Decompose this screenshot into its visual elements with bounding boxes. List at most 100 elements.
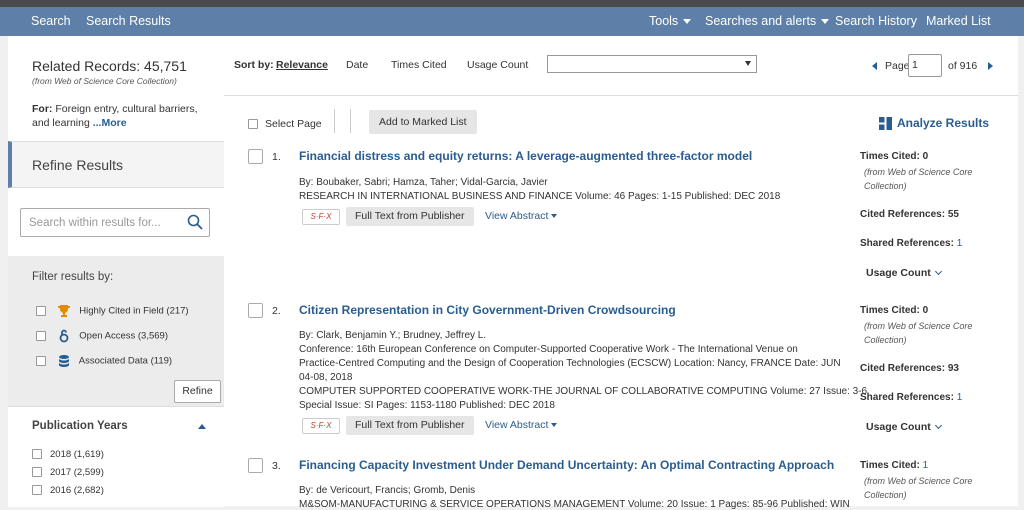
record-source-line: Practice-Centred Computing and the Desig… [299, 358, 841, 369]
record-title[interactable]: Citizen Representation in City Governmen… [299, 303, 676, 317]
times-cited-label: Times Cited: [860, 151, 920, 162]
cited-refs-value[interactable]: 93 [948, 363, 959, 374]
filter-panel: Filter results by: Highly Cited in Field… [8, 256, 224, 406]
shared-refs-label: Shared References: [860, 238, 954, 249]
prev-page-icon[interactable] [872, 62, 877, 70]
record-source-line: COMPUTER SUPPORTED COOPERATIVE WORK-THE … [299, 386, 868, 397]
shared-refs-value[interactable]: 1 [957, 392, 963, 403]
nav-marked-list[interactable]: Marked List [926, 7, 991, 36]
times-cited-source: (from Web of Science Core Collection) [864, 321, 973, 345]
view-abstract-label: View Abstract [485, 210, 549, 222]
times-cited-label: Times Cited: [860, 305, 920, 316]
times-cited: Times Cited: 0 [860, 305, 928, 316]
sort-times-cited[interactable]: Times Cited [391, 59, 447, 71]
shared-references: Shared References: 1 [860, 392, 962, 403]
year-checkbox[interactable] [32, 467, 42, 478]
shared-refs-label: Shared References: [860, 392, 954, 403]
page-total: of 916 [948, 60, 978, 72]
filter-checkbox[interactable] [36, 306, 46, 316]
full-text-button[interactable]: Full Text from Publisher [346, 207, 474, 226]
chevron-down-icon [551, 423, 558, 428]
related-records-count: Related Records: 45,751 [32, 58, 187, 74]
view-abstract-label: View Abstract [485, 419, 549, 431]
cited-refs-value[interactable]: 55 [948, 209, 959, 220]
record-number: 2. [272, 305, 281, 317]
shared-references: Shared References: 1 [860, 238, 962, 249]
record-source-line: 04-08, 2018 [299, 372, 353, 383]
sort-label: Sort by: [234, 59, 274, 71]
filter-checkbox[interactable] [36, 356, 46, 366]
usage-count-label: Usage Count [866, 267, 931, 279]
filter-checkbox[interactable] [36, 331, 46, 341]
times-cited-value: 0 [922, 305, 929, 316]
view-abstract-link[interactable]: View Abstract [485, 210, 558, 222]
results-main: Sort by: Relevance Date Times Cited Usag… [224, 36, 1018, 510]
record-source-line: Conference: 16th European Conference on … [299, 344, 798, 355]
chevron-down-icon [934, 267, 942, 276]
record-checkbox[interactable] [248, 458, 263, 473]
top-nav: Search Search Results Tools Searches and… [0, 7, 1024, 36]
select-page-checkbox[interactable] [248, 119, 258, 130]
analyze-grid-icon [879, 117, 892, 131]
cited-references: Cited References: 55 [860, 209, 959, 220]
record-title[interactable]: Financial distress and equity returns: A… [299, 149, 752, 163]
full-text-button[interactable]: Full Text from Publisher [346, 416, 474, 435]
nav-searches-alerts[interactable]: Searches and alerts [705, 7, 830, 36]
times-cited-label: Times Cited: [860, 460, 920, 471]
filter-open-access[interactable]: Open Access (3,569) [36, 329, 168, 343]
usage-count-toggle[interactable]: Usage Count [866, 421, 942, 433]
add-to-marked-list-button[interactable]: Add to Marked List [369, 110, 477, 134]
page-input[interactable]: 1 [908, 54, 942, 77]
nav-search[interactable]: Search [31, 7, 71, 36]
shared-refs-value[interactable]: 1 [957, 238, 963, 249]
year-label: 2017 (2,599) [50, 467, 104, 478]
refine-results-header: Refine Results [8, 141, 224, 188]
more-link[interactable]: ...More [93, 117, 127, 129]
year-filter-2017[interactable]: 2017 (2,599) [32, 467, 104, 478]
usage-count-toggle[interactable]: Usage Count [866, 267, 942, 279]
record-checkbox[interactable] [248, 149, 263, 164]
year-label: 2016 (2,682) [50, 485, 104, 496]
search-icon[interactable] [187, 214, 203, 230]
usage-count-label: Usage Count [866, 421, 931, 433]
search-within-input[interactable]: Search within results for... [20, 208, 210, 237]
nav-search-history[interactable]: Search History [835, 7, 917, 36]
sort-date[interactable]: Date [346, 59, 368, 71]
year-checkbox[interactable] [32, 449, 42, 460]
record-number: 1. [272, 151, 281, 163]
year-checkbox[interactable] [32, 485, 42, 496]
year-filter-2016[interactable]: 2016 (2,682) [32, 485, 104, 496]
sort-more-select[interactable] [547, 55, 757, 73]
times-cited-source: (from Web of Science Core Collection) [864, 476, 973, 500]
chevron-down-icon [551, 214, 558, 219]
sort-usage-count[interactable]: Usage Count [467, 59, 528, 71]
view-abstract-link[interactable]: View Abstract [485, 419, 558, 431]
nav-search-results[interactable]: Search Results [86, 7, 171, 36]
refine-button[interactable]: Refine [174, 380, 221, 403]
record-title[interactable]: Financing Capacity Investment Under Dema… [299, 458, 834, 472]
select-page[interactable]: Select Page [248, 118, 322, 130]
nav-searches-alerts-label: Searches and alerts [705, 14, 817, 28]
analyze-results-label: Analyze Results [897, 116, 990, 130]
times-cited-value[interactable]: 1 [923, 460, 929, 471]
sfx-button[interactable]: S·F·X [302, 418, 340, 434]
collapse-up-icon[interactable] [198, 424, 206, 429]
sfx-button[interactable]: S·F·X [302, 209, 340, 225]
times-cited-source: (from Web of Science Core Collection) [864, 167, 973, 191]
filter-highly-cited[interactable]: Highly Cited in Field (217) [36, 304, 189, 318]
cited-refs-label: Cited References: [860, 209, 946, 220]
record-authors: By: Boubaker, Sabri; Hamza, Taher; Vidal… [299, 177, 548, 188]
analyze-results-link[interactable]: Analyze Results [879, 116, 990, 131]
filter-label: Highly Cited in Field (217) [79, 305, 189, 317]
record-authors: By: de Vericourt, Francis; Gromb, Denis [299, 485, 476, 496]
next-page-icon[interactable] [988, 62, 993, 70]
sort-relevance[interactable]: Relevance [276, 59, 328, 71]
filter-associated-data[interactable]: Associated Data (119) [36, 354, 172, 368]
year-filter-2018[interactable]: 2018 (1,619) [32, 449, 104, 460]
nav-tools[interactable]: Tools [649, 7, 692, 36]
open-access-icon [59, 329, 69, 343]
search-within-placeholder: Search within results for... [29, 217, 161, 229]
refine-results-title: Refine Results [32, 157, 124, 173]
record-checkbox[interactable] [248, 303, 263, 318]
chevron-down-icon [821, 19, 830, 25]
